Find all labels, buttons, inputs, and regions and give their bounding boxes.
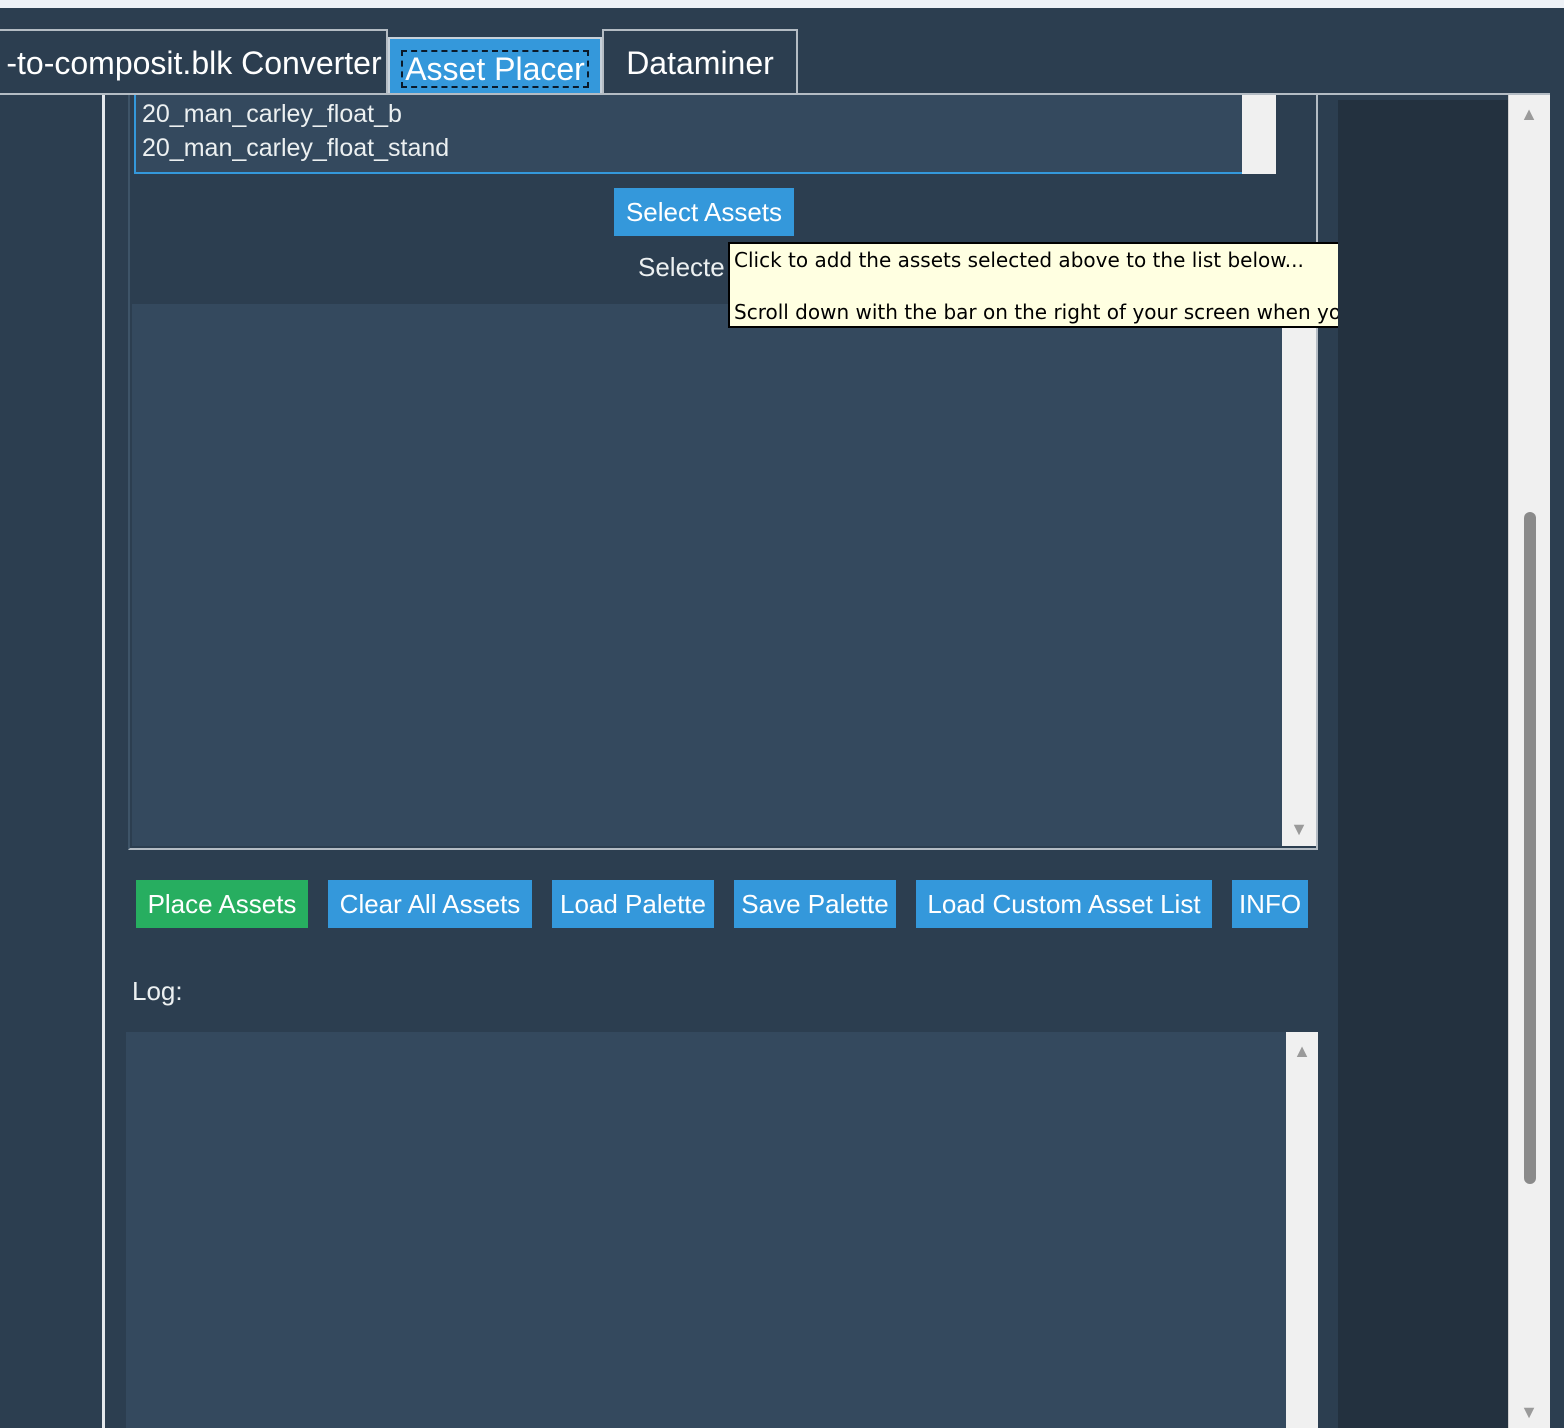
select-assets-button[interactable]: Select Assets [614, 188, 794, 236]
tab-asset-placer-label: Asset Placer [401, 50, 589, 88]
scroll-up-icon[interactable]: ▲ [1519, 105, 1539, 123]
load-custom-asset-list-button[interactable]: Load Custom Asset List [916, 880, 1212, 928]
log-textarea[interactable] [126, 1032, 1286, 1428]
log-scrollbar[interactable]: ▲ [1286, 1032, 1318, 1428]
list-item[interactable]: 20_man_carley_float_b [142, 100, 402, 129]
list-item[interactable]: 20_man_carley_float_stand [142, 134, 449, 163]
selected-assets-listbox[interactable] [132, 304, 1282, 846]
window-top-strip [0, 0, 1564, 8]
save-palette-button[interactable]: Save Palette [734, 880, 896, 928]
info-button[interactable]: INFO [1232, 880, 1308, 928]
clear-all-assets-button[interactable]: Clear All Assets [328, 880, 532, 928]
tab-asset-placer[interactable]: Asset Placer [388, 37, 602, 99]
scroll-up-icon[interactable]: ▲ [1292, 1042, 1312, 1060]
tooltip-line-2: Scroll down with the bar on the right of… [734, 300, 1436, 324]
select-assets-tooltip: Click to add the assets selected above t… [728, 242, 1436, 328]
scroll-down-icon[interactable]: ▼ [1519, 1403, 1539, 1421]
tooltip-line-1: Click to add the assets selected above t… [734, 248, 1304, 272]
right-blank-area [1338, 100, 1508, 1428]
selected-assets-label: Selecte [638, 252, 725, 282]
tab-converter-label: -to-composit.blk Converter [6, 44, 382, 81]
log-label: Log: [132, 976, 183, 1006]
scroll-down-icon[interactable]: ▼ [1289, 820, 1309, 838]
place-assets-button[interactable]: Place Assets [136, 880, 308, 928]
left-divider [102, 95, 105, 1428]
selected-assets-scrollbar[interactable]: ▼ [1282, 304, 1316, 846]
asset-list-scrollbar[interactable] [1242, 95, 1276, 174]
window-scrollbar-thumb[interactable] [1524, 512, 1536, 1184]
load-palette-button[interactable]: Load Palette [552, 880, 714, 928]
tab-converter[interactable]: -to-composit.blk Converter [0, 29, 388, 95]
tab-dataminer[interactable]: Dataminer [602, 29, 798, 95]
asset-listbox[interactable]: 20_man_carley_float_b 20_man_carley_floa… [134, 95, 1244, 174]
tab-dataminer-label: Dataminer [626, 44, 774, 81]
